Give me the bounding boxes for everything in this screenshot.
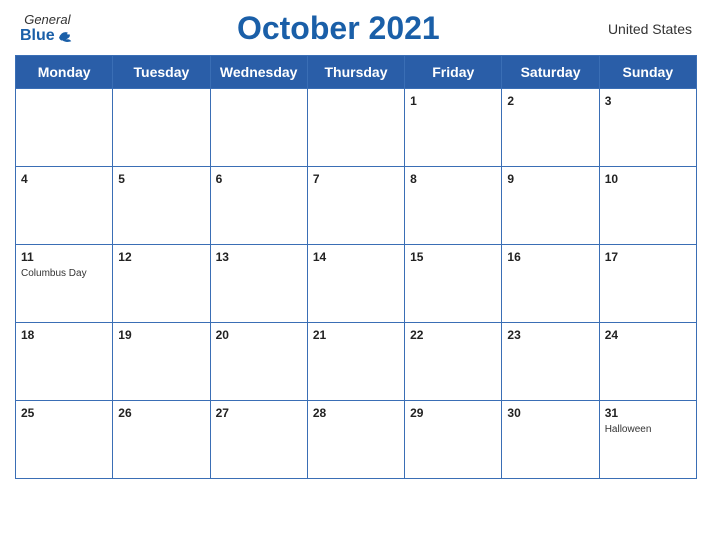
- calendar-day-cell: 10: [599, 167, 696, 245]
- day-number: 21: [313, 328, 326, 342]
- day-number: 22: [410, 328, 423, 342]
- logo: General Blue: [20, 12, 75, 45]
- day-of-week-header: Thursday: [307, 56, 404, 89]
- calendar-day-cell: 1: [405, 89, 502, 167]
- day-number: 30: [507, 406, 520, 420]
- day-of-week-header: Sunday: [599, 56, 696, 89]
- calendar-day-cell: 14: [307, 245, 404, 323]
- day-number: 26: [118, 406, 131, 420]
- holiday-label: Columbus Day: [21, 268, 107, 279]
- day-number: 15: [410, 250, 423, 264]
- calendar-day-cell: 17: [599, 245, 696, 323]
- day-of-week-header: Wednesday: [210, 56, 307, 89]
- day-number: 29: [410, 406, 423, 420]
- calendar-day-cell: 21: [307, 323, 404, 401]
- day-number: 2: [507, 94, 514, 108]
- day-number: 27: [216, 406, 229, 420]
- calendar-day-cell: 31 Halloween: [599, 401, 696, 479]
- day-number: 16: [507, 250, 520, 264]
- day-number: 9: [507, 172, 514, 186]
- day-number: 6: [216, 172, 223, 186]
- calendar-day-cell: 6: [210, 167, 307, 245]
- calendar-day-cell: [307, 89, 404, 167]
- day-number: 3: [605, 94, 612, 108]
- calendar-day-cell: 22: [405, 323, 502, 401]
- day-number: 7: [313, 172, 320, 186]
- country-label: United States: [602, 21, 692, 37]
- month-title: October 2021: [237, 10, 440, 47]
- day-of-week-header: Saturday: [502, 56, 599, 89]
- calendar-week-row: 1 2 3: [16, 89, 697, 167]
- day-number: 25: [21, 406, 34, 420]
- day-number: 17: [605, 250, 618, 264]
- day-number: 10: [605, 172, 618, 186]
- day-number: 28: [313, 406, 326, 420]
- calendar-day-cell: 25: [16, 401, 113, 479]
- logo-blue-text: Blue: [20, 27, 55, 45]
- calendar-day-cell: 28: [307, 401, 404, 479]
- calendar-week-row: 11 Columbus Day 12 13 14 15 16 17: [16, 245, 697, 323]
- calendar-day-cell: 26: [113, 401, 210, 479]
- logo-blue-container: Blue: [20, 27, 75, 45]
- day-of-week-header: Tuesday: [113, 56, 210, 89]
- day-number: 20: [216, 328, 229, 342]
- calendar-day-cell: [113, 89, 210, 167]
- logo-bird-icon: [57, 29, 75, 43]
- day-number: 12: [118, 250, 131, 264]
- calendar-day-cell: 3: [599, 89, 696, 167]
- holiday-label: Halloween: [605, 424, 691, 435]
- calendar-week-row: 18 19 20 21 22 23 24: [16, 323, 697, 401]
- calendar-day-cell: 16: [502, 245, 599, 323]
- calendar-header-row: MondayTuesdayWednesdayThursdayFridaySatu…: [16, 56, 697, 89]
- calendar-day-cell: 15: [405, 245, 502, 323]
- day-of-week-header: Friday: [405, 56, 502, 89]
- day-number: 19: [118, 328, 131, 342]
- day-number: 14: [313, 250, 326, 264]
- page-header: General Blue October 2021 United States: [15, 10, 697, 47]
- day-number: 5: [118, 172, 125, 186]
- calendar-day-cell: 18: [16, 323, 113, 401]
- calendar-day-cell: 5: [113, 167, 210, 245]
- calendar-day-cell: 27: [210, 401, 307, 479]
- day-number: 8: [410, 172, 417, 186]
- calendar-table: MondayTuesdayWednesdayThursdayFridaySatu…: [15, 55, 697, 479]
- day-number: 18: [21, 328, 34, 342]
- calendar-day-cell: 20: [210, 323, 307, 401]
- calendar-day-cell: 23: [502, 323, 599, 401]
- day-number: 1: [410, 94, 417, 108]
- day-number: 31: [605, 406, 618, 420]
- day-number: 24: [605, 328, 618, 342]
- calendar-day-cell: 12: [113, 245, 210, 323]
- calendar-day-cell: 2: [502, 89, 599, 167]
- logo-general-text: General: [24, 12, 70, 27]
- calendar-day-cell: 9: [502, 167, 599, 245]
- day-of-week-header: Monday: [16, 56, 113, 89]
- day-number: 13: [216, 250, 229, 264]
- calendar-day-cell: [210, 89, 307, 167]
- calendar-day-cell: 4: [16, 167, 113, 245]
- calendar-day-cell: 7: [307, 167, 404, 245]
- calendar-day-cell: 19: [113, 323, 210, 401]
- calendar-day-cell: 30: [502, 401, 599, 479]
- calendar-week-row: 4 5 6 7 8 9 10: [16, 167, 697, 245]
- day-number: 11: [21, 250, 34, 264]
- day-number: 23: [507, 328, 520, 342]
- calendar-day-cell: 24: [599, 323, 696, 401]
- calendar-day-cell: 8: [405, 167, 502, 245]
- day-number: 4: [21, 172, 28, 186]
- calendar-day-cell: 29: [405, 401, 502, 479]
- calendar-day-cell: 13: [210, 245, 307, 323]
- calendar-day-cell: [16, 89, 113, 167]
- calendar-week-row: 25 26 27 28 29 30 31 Halloween: [16, 401, 697, 479]
- calendar-day-cell: 11 Columbus Day: [16, 245, 113, 323]
